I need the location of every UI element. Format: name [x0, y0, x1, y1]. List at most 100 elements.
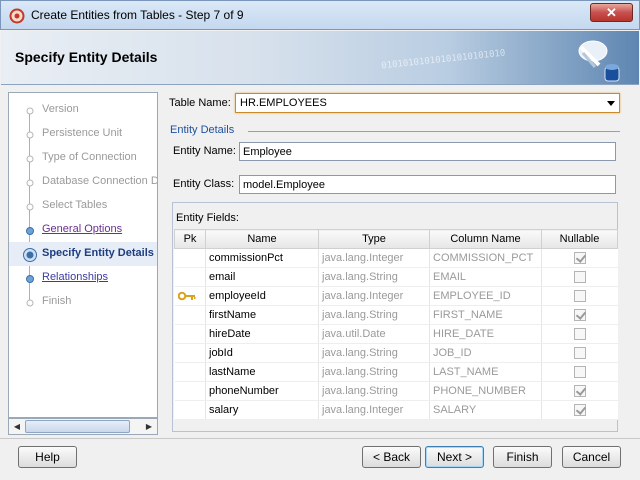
entity-fields-caption: Entity Fields: — [176, 212, 239, 224]
field-type-cell: java.lang.String — [318, 381, 430, 401]
entity-name-field[interactable]: Employee — [239, 142, 616, 161]
table-row[interactable]: employeeId java.lang.Integer EMPLOYEE_ID — [174, 286, 618, 306]
help-button-label: Help — [35, 450, 60, 464]
step-disabled-icon — [26, 155, 34, 163]
field-column-cell: PHONE_NUMBER — [429, 381, 542, 401]
step-label: Finish — [42, 295, 72, 307]
entity-class-value: model.Employee — [243, 179, 325, 191]
entity-details-section-title: Entity Details — [170, 124, 235, 136]
step-label: Specify Entity Details — [42, 247, 154, 259]
field-type-cell: java.lang.String — [318, 343, 430, 363]
pk-cell — [174, 343, 206, 363]
step-current-icon — [23, 248, 37, 262]
step-label: Type of Connection — [42, 151, 137, 163]
step-specify-entity-details[interactable]: Specify Entity Details — [9, 242, 157, 266]
field-name-cell: lastName — [205, 362, 319, 382]
scroll-thumb[interactable] — [25, 420, 130, 433]
page-title: Specify Entity Details — [15, 49, 158, 65]
pk-cell — [174, 400, 206, 420]
step-completed-icon — [26, 227, 34, 235]
field-column-cell: SALARY — [429, 400, 542, 420]
nullable-checkbox[interactable] — [573, 385, 586, 398]
step-label: Database Connection De — [42, 175, 158, 187]
nullable-checkbox[interactable] — [573, 328, 586, 341]
page-header: Specify Entity Details 01010101010101010… — [1, 31, 639, 85]
nullable-cell — [541, 248, 618, 268]
step-finish: Finish — [9, 290, 157, 314]
nullable-cell — [541, 343, 618, 363]
step-label: General Options — [42, 223, 123, 235]
entity-name-value: Employee — [243, 146, 292, 158]
table-name-label: Table Name: — [169, 97, 231, 109]
column-header-type[interactable]: Type — [318, 229, 430, 249]
column-header-pk[interactable]: Pk — [174, 229, 206, 249]
table-header-row: Pk Name Type Column Name Nullable — [174, 229, 618, 249]
section-divider — [248, 131, 620, 132]
nullable-cell — [541, 324, 618, 344]
table-row[interactable]: commissionPct java.lang.Integer COMMISSION… — [174, 248, 618, 268]
nullable-cell — [541, 362, 618, 382]
table-row[interactable]: firstName java.lang.String FIRST_NAME — [174, 305, 618, 325]
nullable-checkbox[interactable] — [573, 271, 586, 284]
field-name-cell: firstName — [205, 305, 319, 325]
column-header-nullable[interactable]: Nullable — [541, 229, 618, 249]
finish-button[interactable]: Finish — [493, 446, 552, 468]
nullable-checkbox[interactable] — [573, 366, 586, 379]
scroll-left-icon[interactable]: ◀ — [10, 420, 24, 433]
nullable-cell — [541, 305, 618, 325]
nullable-checkbox[interactable] — [573, 252, 586, 265]
step-disabled-icon — [26, 203, 34, 211]
column-header-column-name[interactable]: Column Name — [429, 229, 542, 249]
step-label: Persistence Unit — [42, 127, 123, 139]
footer-divider — [0, 438, 640, 439]
table-row[interactable]: salary java.lang.Integer SALARY — [174, 400, 618, 420]
field-name-cell: email — [205, 267, 319, 287]
finish-button-label: Finish — [506, 450, 539, 464]
pk-cell — [174, 381, 206, 401]
table-name-select[interactable]: HR.EMPLOYEES — [235, 93, 620, 113]
primary-key-icon — [177, 291, 195, 301]
next-button[interactable]: Next > — [425, 446, 484, 468]
field-type-cell: java.util.Date — [318, 324, 430, 344]
back-button[interactable]: < Back — [362, 446, 421, 468]
table-row[interactable]: hireDate java.util.Date HIRE_DATE — [174, 324, 618, 344]
step-disabled-icon — [26, 131, 34, 139]
step-label: Select Tables — [42, 199, 108, 211]
scroll-right-icon[interactable]: ▶ — [142, 420, 156, 433]
close-button[interactable]: ✕ — [590, 3, 633, 22]
pk-cell — [174, 305, 206, 325]
entity-class-field[interactable]: model.Employee — [239, 175, 616, 194]
nullable-checkbox[interactable] — [573, 404, 586, 417]
step-database-connection: Database Connection De — [9, 170, 158, 194]
table-row[interactable]: phoneNumber java.lang.String PHONE_NUMBER — [174, 381, 618, 401]
column-header-name[interactable]: Name — [205, 229, 319, 249]
chevron-down-icon[interactable] — [607, 101, 615, 106]
close-icon: ✕ — [606, 5, 617, 20]
help-button[interactable]: Help — [18, 446, 77, 468]
field-name-cell: hireDate — [205, 324, 319, 344]
table-row[interactable]: email java.lang.String EMAIL — [174, 267, 618, 287]
nullable-cell — [541, 286, 618, 306]
nullable-checkbox[interactable] — [573, 347, 586, 360]
step-relationships[interactable]: Relationships — [9, 266, 157, 290]
step-persistence-unit: Persistence Unit — [9, 122, 157, 146]
field-column-cell: EMPLOYEE_ID — [429, 286, 542, 306]
step-disabled-icon — [26, 299, 34, 307]
entity-name-label: Entity Name: — [173, 145, 236, 157]
pk-cell — [174, 267, 206, 287]
field-type-cell: java.lang.String — [318, 267, 430, 287]
nullable-checkbox[interactable] — [573, 290, 586, 303]
field-name-cell: salary — [205, 400, 319, 420]
nullable-checkbox[interactable] — [573, 309, 586, 322]
table-row[interactable]: jobId java.lang.String JOB_ID — [174, 343, 618, 363]
step-disabled-icon — [26, 179, 34, 187]
pk-cell — [174, 362, 206, 382]
cancel-button[interactable]: Cancel — [562, 446, 621, 468]
nullable-cell — [541, 381, 618, 401]
field-column-cell: JOB_ID — [429, 343, 542, 363]
wizard-logo-icon — [578, 40, 620, 82]
steps-horizontal-scrollbar[interactable]: ◀ ▶ — [8, 418, 158, 435]
table-row[interactable]: lastName java.lang.String LAST_NAME — [174, 362, 618, 382]
app-icon — [9, 8, 25, 24]
step-general-options[interactable]: General Options — [9, 218, 157, 242]
